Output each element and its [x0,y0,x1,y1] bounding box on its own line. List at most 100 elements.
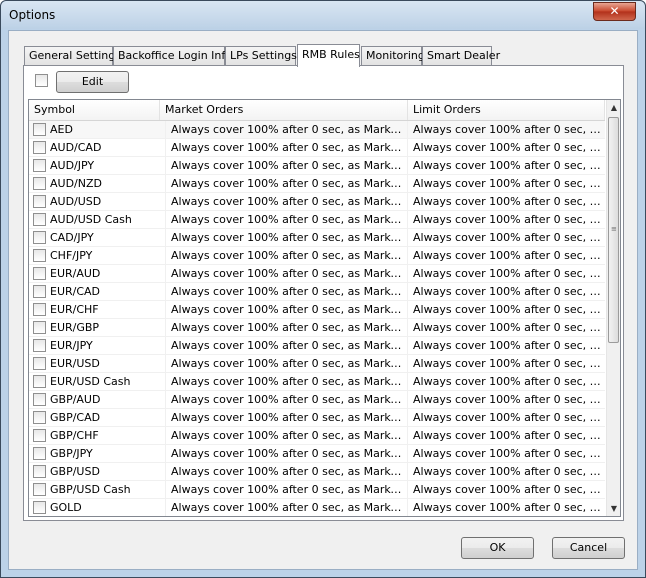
ok-button[interactable]: OK [461,537,534,559]
table-row[interactable]: AED Always cover 100% after 0 sec, as Mar… [29,121,607,139]
symbol-cell: AUD/CAD [50,141,102,154]
scroll-up-icon[interactable]: ▲ [607,100,620,115]
table-row[interactable]: AUD/CAD Always cover 100% after 0 sec, as… [29,139,607,157]
market-orders-cell: Always cover 100% after 0 sec, as Market… [165,157,407,174]
row-checkbox[interactable] [33,213,46,226]
table-row[interactable]: CHF/JPY Always cover 100% after 0 sec, as… [29,247,607,265]
row-checkbox[interactable] [33,447,46,460]
column-header-limit-orders[interactable]: Limit Orders [408,100,605,120]
row-checkbox[interactable] [33,141,46,154]
column-header-market-orders[interactable]: Market Orders [160,100,408,120]
table-row[interactable]: AUD/NZD Always cover 100% after 0 sec, as… [29,175,607,193]
table-row[interactable]: GOLD Always cover 100% after 0 sec, as Ma… [29,499,607,516]
row-checkbox[interactable] [33,231,46,244]
table-row[interactable]: GBP/AUD Always cover 100% after 0 sec, as… [29,391,607,409]
row-checkbox[interactable] [33,411,46,424]
row-checkbox[interactable] [33,159,46,172]
limit-orders-cell: Always cover 100% after 0 sec, as Market… [407,409,607,426]
market-orders-cell: Always cover 100% after 0 sec, as Market… [165,121,407,138]
market-orders-cell: Always cover 100% after 0 sec, as Market… [165,445,407,462]
scroll-down-icon[interactable]: ▼ [607,501,620,516]
symbol-cell: GBP/USD Cash [50,483,131,496]
table-row[interactable]: EUR/GBP Always cover 100% after 0 sec, as… [29,319,607,337]
table-row[interactable]: GBP/USD Always cover 100% after 0 sec, as… [29,463,607,481]
select-all-checkbox[interactable] [35,74,48,87]
options-dialog: Options ✕ General Settings Backoffice Lo… [0,0,646,578]
tab-general-settings[interactable]: General Settings [24,46,121,65]
market-orders-cell: Always cover 100% after 0 sec, as Market… [165,463,407,480]
row-checkbox[interactable] [33,375,46,388]
dialog-client-area: General Settings Backoffice Login Info L… [8,30,638,570]
row-checkbox[interactable] [33,357,46,370]
column-header-symbol[interactable]: Symbol [29,100,160,120]
row-checkbox[interactable] [33,267,46,280]
grip-icon: ≡ [611,225,617,233]
limit-orders-cell: Always cover 100% after 0 sec, as Market… [407,301,607,318]
row-checkbox[interactable] [33,303,46,316]
tab-backoffice-login-info[interactable]: Backoffice Login Info [113,46,232,65]
limit-orders-cell: Always cover 100% after 0 sec, as Market… [407,391,607,408]
table-row[interactable]: EUR/USD Always cover 100% after 0 sec, as… [29,355,607,373]
edit-button[interactable]: Edit [56,71,129,93]
table-row[interactable]: EUR/AUD Always cover 100% after 0 sec, as… [29,265,607,283]
symbol-cell: AUD/NZD [50,177,102,190]
table-row[interactable]: CAD/JPY Always cover 100% after 0 sec, as… [29,229,607,247]
row-checkbox[interactable] [33,249,46,262]
limit-orders-cell: Always cover 100% after 0 sec, as Market… [407,247,607,264]
table-row[interactable]: EUR/USD Cash Always cover 100% after 0 se… [29,373,607,391]
grid-rows: AED Always cover 100% after 0 sec, as Mar… [29,121,607,516]
row-checkbox[interactable] [33,429,46,442]
table-row[interactable]: AUD/JPY Always cover 100% after 0 sec, as… [29,157,607,175]
row-checkbox[interactable] [33,177,46,190]
table-row[interactable]: AUD/USD Always cover 100% after 0 sec, as… [29,193,607,211]
symbol-cell: AED [50,123,73,136]
table-row[interactable]: GBP/CHF Always cover 100% after 0 sec, as… [29,427,607,445]
limit-orders-cell: Always cover 100% after 0 sec, as Market… [407,445,607,462]
symbol-cell: EUR/AUD [50,267,101,280]
limit-orders-cell: Always cover 100% after 0 sec, as Market… [407,193,607,210]
close-button[interactable]: ✕ [593,2,636,21]
limit-orders-cell: Always cover 100% after 0 sec, as Market… [407,283,607,300]
row-checkbox[interactable] [33,321,46,334]
tab-monitoring[interactable]: Monitoring [361,46,425,65]
rules-grid: Symbol Market Orders Limit Orders AED Alw… [28,99,621,517]
market-orders-cell: Always cover 100% after 0 sec, as Market… [165,193,407,210]
market-orders-cell: Always cover 100% after 0 sec, as Market… [165,499,407,516]
symbol-cell: GBP/AUD [50,393,101,406]
symbol-cell: AUD/JPY [50,159,95,172]
tab-smart-dealer[interactable]: Smart Dealer [422,46,500,65]
vertical-scrollbar[interactable]: ▲ ≡ ▼ [606,100,620,516]
market-orders-cell: Always cover 100% after 0 sec, as Market… [165,355,407,372]
row-checkbox[interactable] [33,339,46,352]
title-bar[interactable]: Options ✕ [1,1,645,29]
scroll-thumb[interactable]: ≡ [608,117,619,343]
table-row[interactable]: GBP/CAD Always cover 100% after 0 sec, as… [29,409,607,427]
row-checkbox[interactable] [33,483,46,496]
row-checkbox[interactable] [33,393,46,406]
limit-orders-cell: Always cover 100% after 0 sec, as Market… [407,121,607,138]
table-row[interactable]: GBP/USD Cash Always cover 100% after 0 se… [29,481,607,499]
market-orders-cell: Always cover 100% after 0 sec, as Market… [165,319,407,336]
market-orders-cell: Always cover 100% after 0 sec, as Market… [165,481,407,498]
row-checkbox[interactable] [33,123,46,136]
table-row[interactable]: EUR/CHF Always cover 100% after 0 sec, as… [29,301,607,319]
tab-lps-settings[interactable]: LPs Settings [225,46,297,65]
market-orders-cell: Always cover 100% after 0 sec, as Market… [165,229,407,246]
cancel-button[interactable]: Cancel [552,537,625,559]
row-checkbox[interactable] [33,465,46,478]
limit-orders-cell: Always cover 100% after 0 sec, as Market… [407,319,607,336]
limit-orders-cell: Always cover 100% after 0 sec, as Market… [407,499,607,516]
limit-orders-cell: Always cover 100% after 0 sec, as Market… [407,211,607,228]
limit-orders-cell: Always cover 100% after 0 sec, as Market… [407,463,607,480]
table-row[interactable]: GBP/JPY Always cover 100% after 0 sec, as… [29,445,607,463]
limit-orders-cell: Always cover 100% after 0 sec, as Market… [407,229,607,246]
row-checkbox[interactable] [33,285,46,298]
row-checkbox[interactable] [33,501,46,514]
table-row[interactable]: EUR/CAD Always cover 100% after 0 sec, as… [29,283,607,301]
table-row[interactable]: EUR/JPY Always cover 100% after 0 sec, as… [29,337,607,355]
row-checkbox[interactable] [33,195,46,208]
tab-rmb-rules[interactable]: RMB Rules [297,44,360,67]
market-orders-cell: Always cover 100% after 0 sec, as Market… [165,427,407,444]
table-row[interactable]: AUD/USD Cash Always cover 100% after 0 se… [29,211,607,229]
symbol-cell: EUR/CHF [50,303,99,316]
